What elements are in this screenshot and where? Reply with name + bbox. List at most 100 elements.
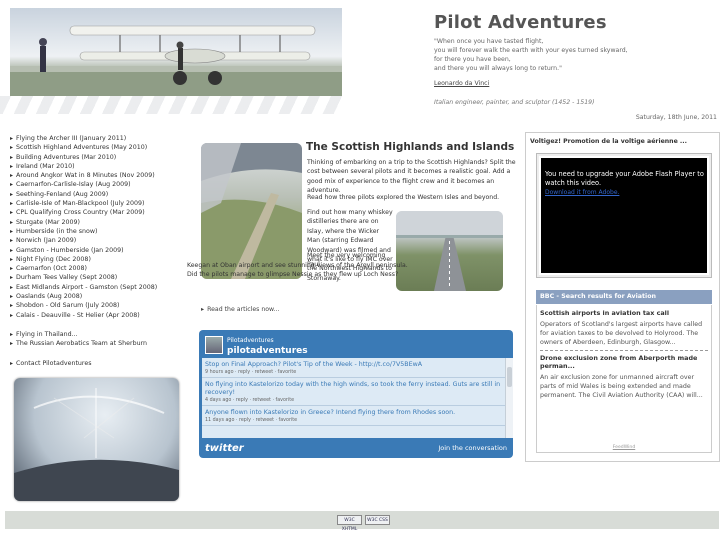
sidebar-link[interactable]: Ireland (Mar 2010) [16, 163, 75, 170]
news-item-title[interactable]: Drone exclusion zone from Aberporth made… [540, 354, 708, 371]
sidebar-item[interactable]: Around Angkor Wat in 8 Minutes (Nov 2009… [10, 171, 190, 180]
sidebar-item[interactable]: Carlisle-Isle of Man-Blackpool (July 200… [10, 199, 190, 208]
sidebar-item[interactable]: Caernarfon-Carlisle-Islay (Aug 2009) [10, 180, 190, 189]
sidebar-link[interactable]: Scottish Highland Adventures (May 2010) [16, 144, 147, 151]
sidebar-item[interactable]: Norwich (Jan 2009) [10, 236, 190, 245]
article-title[interactable]: The Scottish Highlands and Islands [306, 141, 514, 153]
sidebar-item[interactable]: Caernarfon (Oct 2008) [10, 264, 190, 273]
sidebar-item[interactable]: Building Adventures (Mar 2010) [10, 153, 190, 162]
tweet-text[interactable]: Stop on Final Approach? Pilot's Tip of t… [205, 361, 501, 369]
news-item-title[interactable]: Scottish airports in aviation tax call [540, 309, 708, 318]
sidebar-item[interactable]: Ireland (Mar 2010) [10, 162, 190, 171]
flash-player[interactable]: You need to upgrade your Adobe Flash Pla… [541, 158, 707, 273]
twitter-username-small[interactable]: Pilotadventures [227, 337, 274, 344]
sidebar-item[interactable]: East Midlands Airport - Gamston (Sept 20… [10, 283, 190, 292]
sidebar-item[interactable]: Night Flying (Dec 2008) [10, 255, 190, 264]
article-lead: Read how three pilots explored the Weste… [307, 194, 500, 201]
sidebar-link[interactable]: Seething-Fenland (Aug 2009) [16, 191, 108, 198]
join-conversation-link[interactable]: Join the conversation [438, 444, 507, 452]
sidebar-link[interactable]: Gamston - Humberside (Jan 2009) [16, 247, 124, 254]
read-more-link[interactable]: Read the articles now... [201, 306, 279, 313]
sidebar-item[interactable]: Scottish Highland Adventures (May 2010) [10, 143, 190, 152]
twitter-logo[interactable]: twitter [205, 443, 244, 454]
sidebar-nav: Flying the Archer III (January 2011) Sco… [10, 134, 190, 368]
tweet-meta[interactable]: 9 hours ago · reply · retweet · favorite [205, 370, 501, 375]
cockpit-illustration [14, 388, 179, 501]
tweet-scrollbar[interactable] [505, 358, 513, 438]
sidebar-item[interactable]: Durham Tees Valley (Sept 2008) [10, 273, 190, 282]
bbc-feed: Scottish airports in aviation tax call O… [536, 305, 712, 453]
header: Pilot Adventures "When once you have tas… [0, 0, 727, 121]
site-title: Pilot Adventures [434, 12, 607, 33]
runway-aerial-photo [201, 143, 302, 279]
biplane-photo [10, 8, 342, 96]
news-divider [540, 349, 708, 351]
promo-title[interactable]: Voltigez! Promotion de la voltige aérien… [530, 138, 687, 145]
sidebar-item[interactable]: Flying the Archer III (January 2011) [10, 134, 190, 143]
sidebar-link[interactable]: Sturgate (Mar 2009) [16, 219, 80, 226]
right-column: Voltigez! Promotion de la voltige aérien… [525, 132, 720, 462]
avatar[interactable] [205, 336, 223, 354]
flash-download-link[interactable]: Download it from Adobe. [545, 189, 619, 196]
quote-line: and there you will always long to return… [434, 65, 562, 72]
author-link[interactable]: Leonardo da Vinci [434, 80, 489, 87]
sidebar-item[interactable]: Gamston - Humberside (Jan 2009) [10, 246, 190, 255]
biplane-illustration [10, 25, 342, 96]
sidebar-item[interactable]: Sturgate (Mar 2009) [10, 218, 190, 227]
sidebar-item[interactable]: Humberside (in the snow) [10, 227, 190, 236]
news-item-desc: An air exclusion zone for unmanned aircr… [540, 373, 703, 399]
sidebar-link[interactable]: Flying in Thailand... [16, 331, 78, 338]
sidebar-link[interactable]: Shobdon - Old Sarum (July 2008) [16, 302, 120, 309]
tweet: Anyone flown into Kastelorizo in Greece?… [202, 406, 505, 426]
quote: "When once you have tasted flight, you w… [434, 37, 634, 73]
sidebar-item[interactable]: Contact Pilotadventures [10, 359, 190, 368]
sidebar-item[interactable]: Seething-Fenland (Aug 2009) [10, 190, 190, 199]
feedwind-link[interactable]: FeedWind [537, 445, 711, 450]
sidebar-link[interactable]: Durham Tees Valley (Sept 2008) [16, 274, 117, 281]
flash-message: You need to upgrade your Adobe Flash Pla… [545, 170, 704, 187]
sidebar-item[interactable]: Oaslands (Aug 2008) [10, 292, 190, 301]
footer: W3C XHTML W3C CSS [5, 511, 719, 532]
sidebar-link[interactable]: Oaslands (Aug 2008) [16, 293, 82, 300]
sidebar-link[interactable]: Night Flying (Dec 2008) [16, 256, 91, 263]
sidebar-item[interactable]: Flying in Thailand... [10, 330, 190, 339]
sidebar-link[interactable]: East Midlands Airport - Gamston (Sept 20… [16, 284, 157, 291]
author-description: Italian engineer, painter, and sculptor … [434, 99, 595, 106]
w3c-xhtml-badge[interactable]: W3C XHTML [337, 515, 362, 532]
sidebar-link[interactable]: Humberside (in the snow) [16, 228, 98, 235]
sidebar-item[interactable]: The Russian Aerobatics Team at Sherburn [10, 339, 190, 348]
aerial-illustration [201, 143, 302, 279]
sidebar-link[interactable]: Caernarfon-Carlisle-Islay (Aug 2009) [16, 181, 131, 188]
sidebar-link[interactable]: Carlisle-Isle of Man-Blackpool (July 200… [16, 200, 144, 207]
cockpit-photo [14, 378, 179, 501]
tweet-text[interactable]: Anyone flown into Kastelorizo in Greece?… [205, 409, 501, 417]
tweet-meta[interactable]: 11 days ago · reply · retweet · favorite [205, 418, 501, 423]
sidebar-link[interactable]: Caernarfon (Oct 2008) [16, 265, 87, 272]
tweet: Stop on Final Approach? Pilot's Tip of t… [202, 358, 505, 378]
quote-line: "When once you have tasted flight, [434, 38, 544, 45]
sidebar-link[interactable]: Calais - Deauville - St Helier (Apr 2008… [16, 312, 140, 319]
sidebar-link[interactable]: Building Adventures (Mar 2010) [16, 154, 116, 161]
sidebar-item[interactable]: Shobdon - Old Sarum (July 2008) [10, 301, 190, 310]
w3c-css-badge[interactable]: W3C CSS [365, 515, 390, 525]
tweet-meta[interactable]: 4 days ago · reply · retweet · favorite [205, 398, 501, 403]
sidebar-link[interactable]: Norwich (Jan 2009) [16, 237, 76, 244]
sidebar-link[interactable]: Contact Pilotadventures [16, 360, 92, 367]
tweet-text[interactable]: No flying into Kastelorizo today with th… [205, 381, 501, 397]
sidebar-item[interactable]: CPL Qualifying Cross Country (Mar 2009) [10, 208, 190, 217]
article-body-2b: Keegan at Oban airport and see stunning … [187, 262, 408, 279]
header-stripe [0, 96, 345, 114]
tweet-list: Stop on Final Approach? Pilot's Tip of t… [202, 358, 513, 438]
sidebar-item[interactable]: Calais - Deauville - St Helier (Apr 2008… [10, 311, 190, 320]
sidebar-link[interactable]: The Russian Aerobatics Team at Sherburn [16, 340, 147, 347]
article-intro: Thinking of embarking on a trip to the S… [307, 159, 516, 195]
twitter-username[interactable]: pilotadventures [227, 346, 308, 356]
bbc-feed-header[interactable]: BBC - Search results for Aviation [536, 290, 712, 304]
sidebar-link[interactable]: Flying the Archer III (January 2011) [16, 135, 126, 142]
scrollbar-thumb[interactable] [507, 367, 512, 387]
sidebar-link[interactable]: Around Angkor Wat in 8 Minutes (Nov 2009… [16, 172, 155, 179]
current-date: Saturday, 18th June, 2011 [635, 114, 717, 121]
sidebar-link[interactable]: CPL Qualifying Cross Country (Mar 2009) [16, 209, 145, 216]
tweet: No flying into Kastelorizo today with th… [202, 378, 505, 406]
